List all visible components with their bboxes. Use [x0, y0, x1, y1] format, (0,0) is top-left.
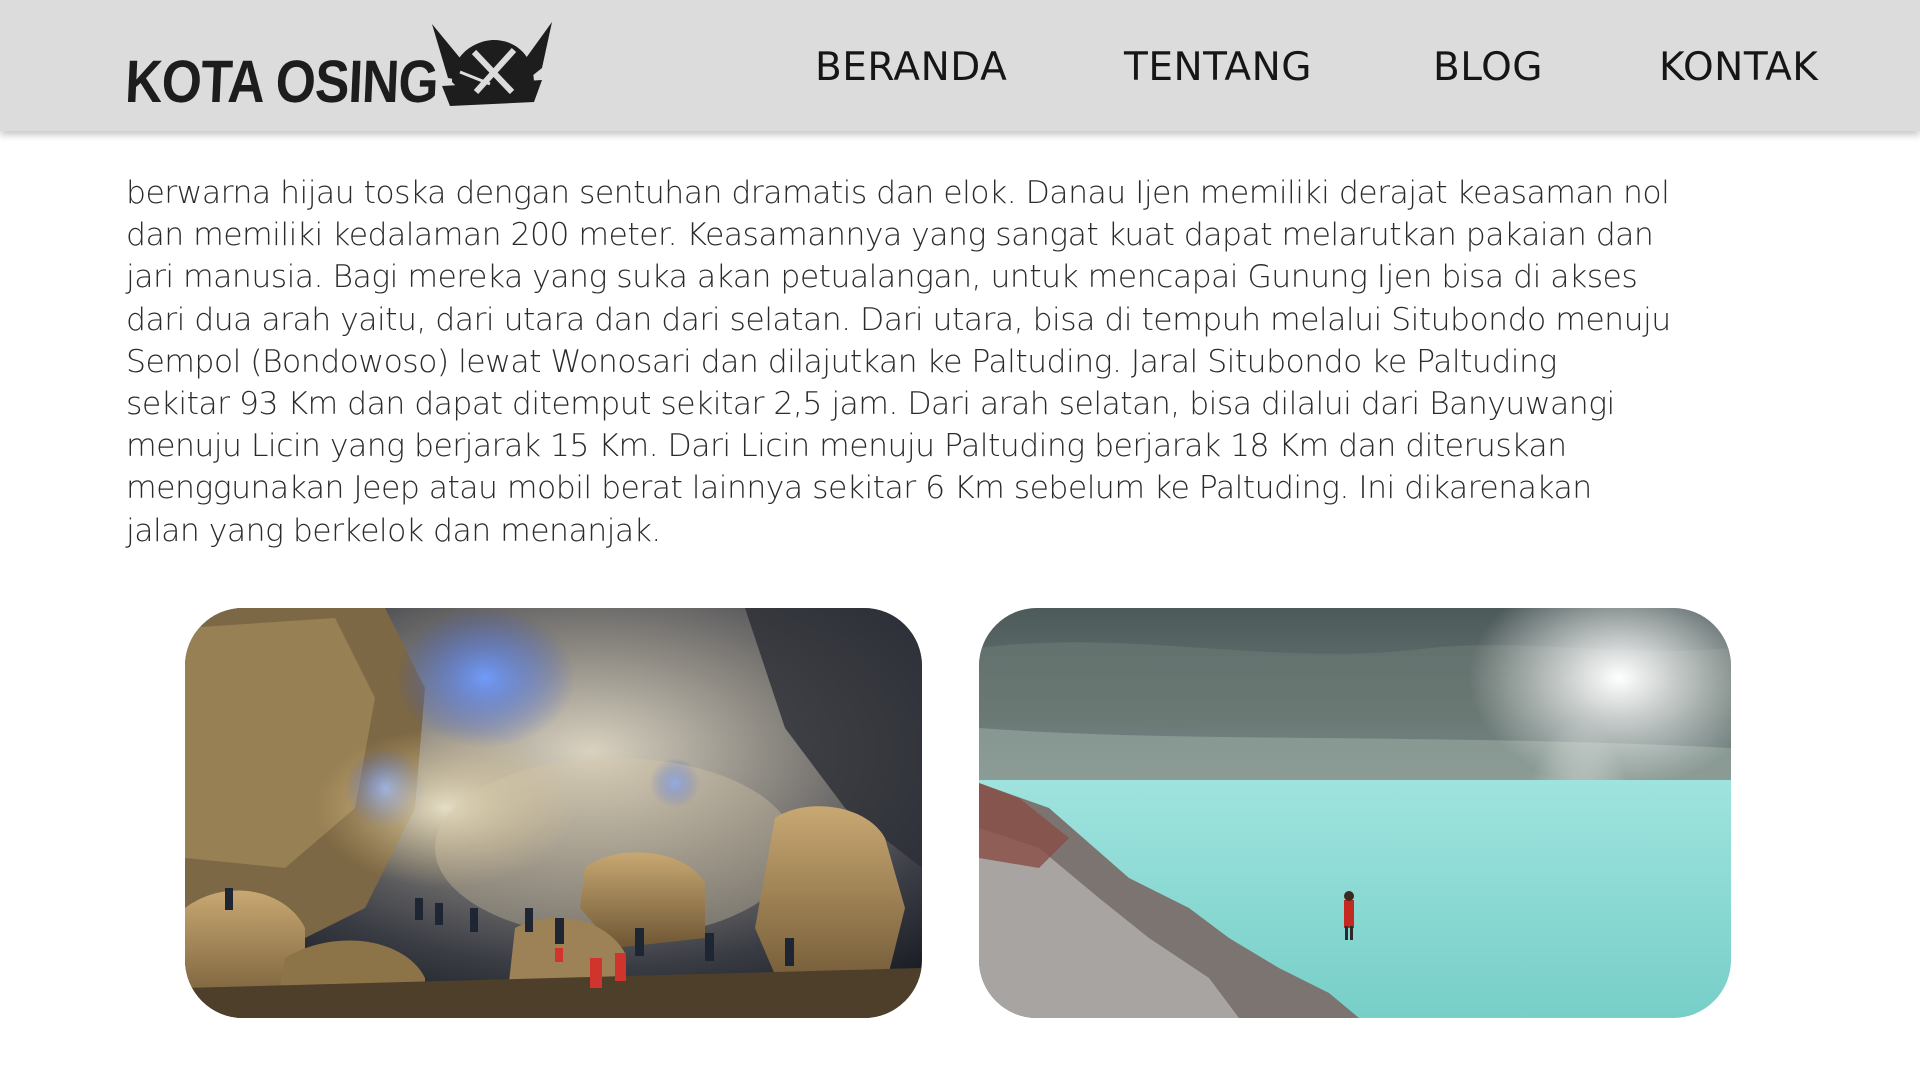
nav-beranda-link[interactable]: BERANDA	[815, 44, 1007, 92]
site-header: KOTA OSING BERANDA TENTANG BLOG KONTAK	[0, 0, 1920, 131]
paragraph-line: berwarna hijau toska dengan sentuhan dra…	[126, 175, 1670, 211]
paragraph-line: jari manusia. Bagi mereka yang suka akan…	[126, 259, 1638, 296]
paragraph-line: menggunakan Jeep atau mobil berat lainny…	[126, 470, 1592, 507]
article-paragraph: berwarna hijau toska dengan sentuhan dra…	[126, 172, 1806, 552]
logo-text: KOTA OSING	[123, 48, 440, 115]
paragraph-line: Sempol (Bondowoso) lewat Wonosari dan di…	[126, 343, 1557, 380]
blue-fire-crater-photo	[185, 608, 922, 1018]
paragraph-line: dan memiliki kedalaman 200 meter. Keasam…	[126, 217, 1654, 254]
site-logo[interactable]: KOTA OSING	[123, 22, 552, 115]
paragraph-line: dari dua arah yaitu, dari utara dan dari…	[126, 301, 1671, 338]
paragraph-line: menuju Licin yang berjarak 15 Km. Dari L…	[126, 428, 1567, 465]
paragraph-line: jalan yang berkelok dan menanjak.	[126, 512, 661, 549]
photo-gallery	[0, 608, 1920, 1018]
helmet-logo-icon	[432, 22, 552, 106]
crater-lake-photo	[979, 608, 1731, 1018]
nav-blog-link[interactable]: BLOG	[1433, 44, 1543, 92]
nav-kontak-link[interactable]: KONTAK	[1659, 44, 1818, 92]
paragraph-line: sekitar 93 Km dan dapat ditemput sekitar…	[126, 386, 1615, 423]
nav-tentang-link[interactable]: TENTANG	[1124, 44, 1312, 92]
article-body: berwarna hijau toska dengan sentuhan dra…	[126, 172, 1806, 552]
